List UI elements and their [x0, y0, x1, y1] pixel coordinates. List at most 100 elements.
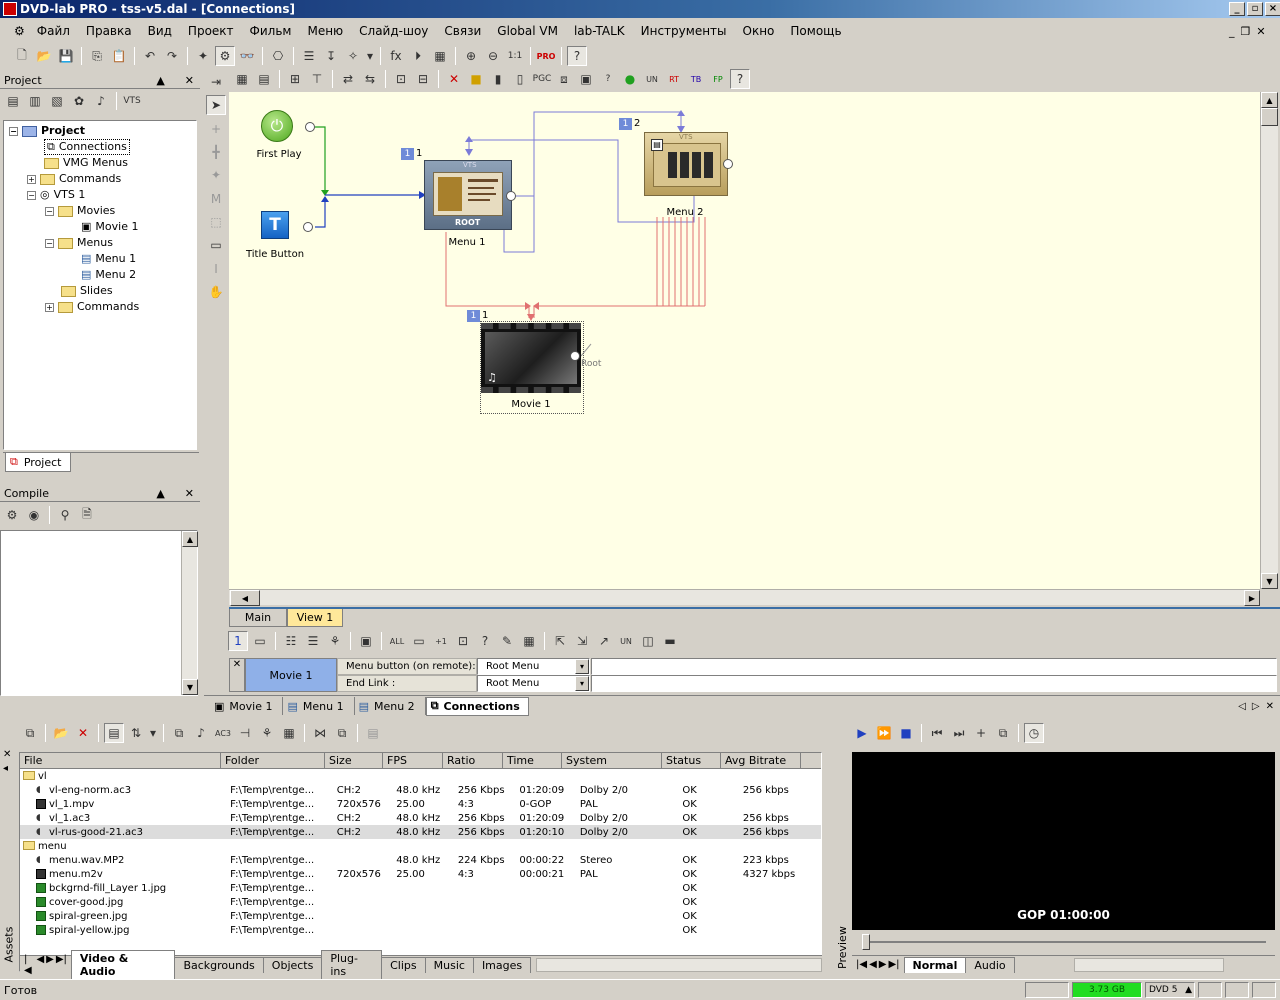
- canvas-vscrollbar[interactable]: ▲ ▼: [1260, 92, 1278, 589]
- collapse-icon[interactable]: ▲: [156, 487, 164, 500]
- tree-project[interactable]: − Project: [9, 123, 85, 139]
- arrow-icon[interactable]: ↧: [321, 46, 341, 66]
- menu-labtalk[interactable]: lab-TALK: [566, 24, 633, 38]
- preview-hscrollbar[interactable]: [1073, 957, 1224, 972]
- asset-row[interactable]: ◖ vl_1.ac3 F:\Temp\rentge... CH:2 48.0 kHz 25…: [20, 811, 821, 825]
- assets-ac3-icon[interactable]: AC3: [213, 723, 233, 743]
- fit-icon[interactable]: ⊡: [391, 69, 411, 89]
- view-tab-view1[interactable]: View 1: [287, 609, 343, 627]
- help-icon[interactable]: ?: [567, 46, 587, 66]
- assets-open-icon[interactable]: 📂: [51, 723, 71, 743]
- movie1-node[interactable]: ♫: [481, 323, 581, 393]
- display-icon[interactable]: ▣: [576, 69, 596, 89]
- tree-menu2[interactable]: ▤ Menu 2: [81, 267, 136, 283]
- record-icon[interactable]: ◉: [24, 505, 44, 525]
- stop-icon[interactable]: ■: [896, 723, 916, 743]
- props-split-icon[interactable]: ◫: [638, 631, 658, 651]
- menu-tools[interactable]: Инструменты: [633, 24, 735, 38]
- preview-tab-audio[interactable]: Audio: [965, 956, 1015, 973]
- props-question-icon[interactable]: ?: [475, 631, 495, 651]
- tree-menu1[interactable]: ▤ Menu 1: [81, 251, 136, 267]
- link-tool-icon[interactable]: ✦: [206, 166, 226, 185]
- tb-icon[interactable]: TB: [686, 69, 706, 89]
- scroll-right-icon[interactable]: ▶: [1244, 590, 1260, 606]
- tree-commands[interactable]: + Commands: [27, 171, 121, 187]
- assets-link-icon[interactable]: ⧉: [169, 723, 189, 743]
- col-time[interactable]: Time: [503, 753, 562, 768]
- question-icon[interactable]: ?: [598, 69, 618, 89]
- color-icon[interactable]: ■: [466, 69, 486, 89]
- assets-collapse-icon[interactable]: ✕: [3, 749, 11, 760]
- assets-pin-icon[interactable]: ◂: [3, 763, 8, 774]
- props-list-icon[interactable]: ☷: [281, 631, 301, 651]
- tab-prev-icon[interactable]: ◀: [36, 954, 44, 976]
- folder-row[interactable]: vl: [20, 769, 821, 783]
- prop-select-menu-button[interactable]: Root Menu ▾: [477, 658, 590, 675]
- restore-button[interactable]: ▫: [1247, 2, 1263, 16]
- scroll-up-icon[interactable]: ▲: [1261, 92, 1278, 108]
- chevron-down-icon[interactable]: ▾: [575, 659, 589, 674]
- mdi-minimize-button[interactable]: _: [1229, 25, 1235, 38]
- title-button-port[interactable]: [303, 222, 313, 232]
- tab-next-icon[interactable]: ▷: [1252, 701, 1260, 712]
- save-icon[interactable]: 💾: [56, 46, 76, 66]
- props-plus1-icon[interactable]: +1: [431, 631, 451, 651]
- delete-link-icon[interactable]: ✕: [444, 69, 464, 89]
- canvas-hscrollbar[interactable]: ◀ ▶: [229, 589, 1260, 606]
- tab-prev-icon[interactable]: ◁: [1238, 701, 1246, 712]
- menu-menu[interactable]: Меню: [299, 24, 351, 38]
- assets-tab-objects[interactable]: Objects: [262, 956, 323, 973]
- asset-row[interactable]: spiral-green.jpg F:\Temp\rentge... OK: [20, 909, 821, 923]
- link-icon[interactable]: ⇄: [338, 69, 358, 89]
- menu-global-vm[interactable]: Global VM: [489, 24, 566, 38]
- doc-tab-movie1[interactable]: ▣ Movie 1: [210, 697, 284, 715]
- preview-tab-normal[interactable]: Normal: [903, 956, 967, 973]
- menu1-node[interactable]: VTS ROOT: [424, 160, 512, 230]
- add-movie-icon[interactable]: ▤: [3, 91, 23, 111]
- mdi-restore-button[interactable]: ❐: [1241, 25, 1251, 38]
- seek-thumb[interactable]: [862, 934, 870, 950]
- list-icon[interactable]: ☰: [299, 46, 319, 66]
- binoculars-icon[interactable]: ⚲: [55, 505, 75, 525]
- asset-row[interactable]: spiral-yellow.jpg F:\Temp\rentge... OK: [20, 923, 821, 937]
- select-tool-icon[interactable]: ⬚: [206, 212, 226, 231]
- asset-row[interactable]: vl_1.mpv F:\Temp\rentge... 720x576 25.00 4:3…: [20, 797, 821, 811]
- film-icon[interactable]: ▦: [430, 46, 450, 66]
- prop-select-end-link[interactable]: Root Menu ▾: [477, 675, 590, 692]
- folder-row[interactable]: menu: [20, 839, 821, 853]
- step-forward-icon[interactable]: ⏭: [949, 723, 969, 743]
- col-system[interactable]: System: [562, 753, 662, 768]
- assets-tab-plugins[interactable]: Plug-ins: [321, 950, 383, 979]
- assets-sort-icon[interactable]: ⇅: [126, 723, 146, 743]
- connections-canvas[interactable]: ⏻ First Play T Title Button 1 1 VTS ROOT…: [229, 92, 1260, 589]
- menu-slideshow[interactable]: Слайд-шоу: [351, 24, 436, 38]
- text-tool-icon[interactable]: I: [206, 259, 226, 278]
- add-tool-icon[interactable]: +: [206, 119, 226, 138]
- disc-type-select[interactable]: DVD 5 ▲: [1145, 982, 1195, 998]
- tab-next-icon[interactable]: ▶: [879, 959, 887, 970]
- project-tab[interactable]: ⧉ Project: [5, 453, 71, 472]
- first-play-port[interactable]: [305, 122, 315, 132]
- tree-movies[interactable]: − Movies: [45, 203, 115, 219]
- col-file[interactable]: File: [20, 753, 221, 768]
- color-wheel-icon[interactable]: ●: [620, 69, 640, 89]
- add-slideshow-icon[interactable]: ▧: [47, 91, 67, 111]
- undo-icon[interactable]: ↶: [140, 46, 160, 66]
- assets-tab-video-audio[interactable]: Video & Audio: [70, 950, 176, 979]
- scroll-down-icon[interactable]: ▼: [182, 679, 198, 695]
- props-1-icon[interactable]: 1: [228, 631, 248, 651]
- step-back-icon[interactable]: ⏮: [927, 723, 947, 743]
- menu-help[interactable]: Помощь: [782, 24, 849, 38]
- assets-copy-icon[interactable]: ⧉: [332, 723, 352, 743]
- doc-tab-menu2[interactable]: ▤ Menu 2: [355, 697, 426, 715]
- asset-row[interactable]: cover-good.jpg F:\Temp\rentge... OK: [20, 895, 821, 909]
- props-un-icon[interactable]: UN: [616, 631, 636, 651]
- audio-icon[interactable]: ♪: [91, 91, 111, 111]
- asset-row[interactable]: menu.m2v F:\Temp\rentge... 720x576 25.00 4:3…: [20, 867, 821, 881]
- col-status[interactable]: Status: [662, 753, 721, 768]
- film-strip-icon[interactable]: ⧈: [554, 69, 574, 89]
- copy-icon[interactable]: ⎘: [87, 46, 107, 66]
- un-icon[interactable]: UN: [642, 69, 662, 89]
- assets-disabled-icon[interactable]: ▤: [363, 723, 383, 743]
- menu-edit[interactable]: Правка: [78, 24, 140, 38]
